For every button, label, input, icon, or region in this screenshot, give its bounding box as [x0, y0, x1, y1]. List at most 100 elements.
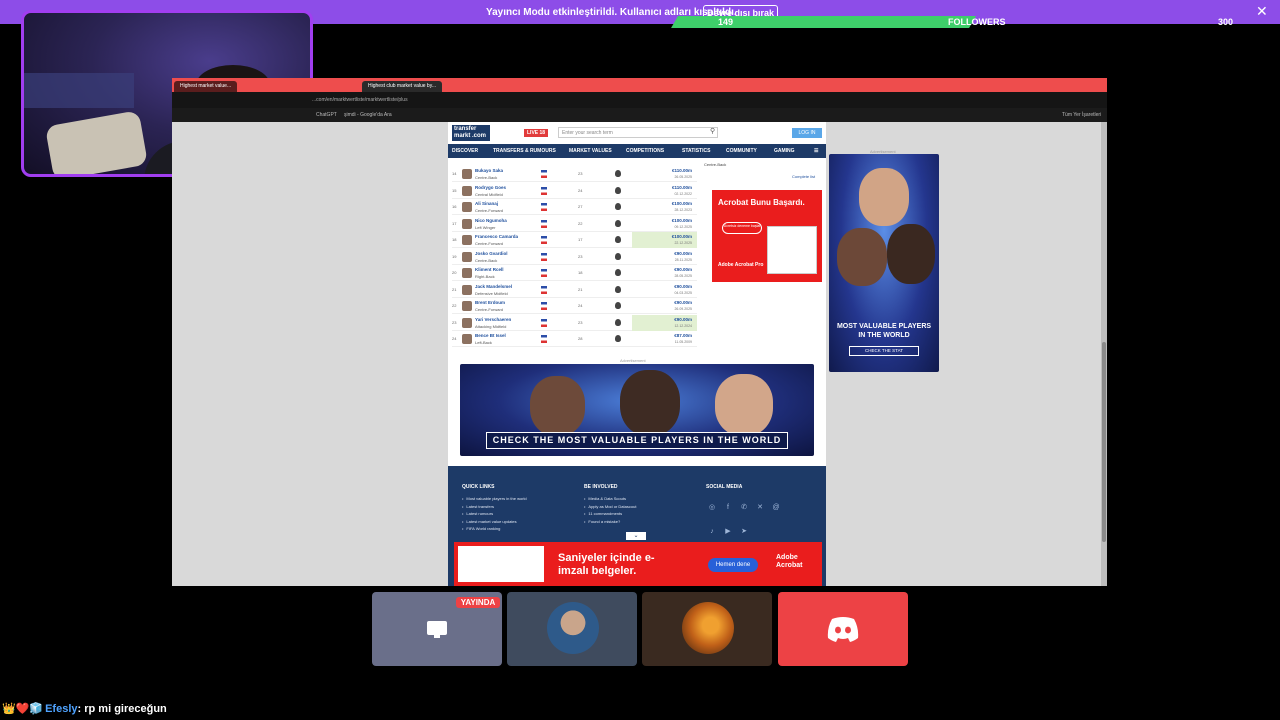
- participant-tile[interactable]: [642, 592, 772, 666]
- most-valuable-tall-ad[interactable]: MOST VALUABLE PLAYERS IN THE WORLD CHECK…: [829, 154, 939, 372]
- club-crest[interactable]: [615, 170, 621, 177]
- threads-icon[interactable]: @: [772, 504, 780, 512]
- footer-link[interactable]: Latest rumours: [462, 510, 527, 518]
- market-value[interactable]: €100.00m: [672, 234, 692, 239]
- x-icon[interactable]: ✕: [756, 504, 764, 512]
- player-name[interactable]: Yari Verschaeren: [475, 317, 511, 322]
- table-row[interactable]: 14 Bukayo Saka Centre-Back 23 €110.00m 26.05.…: [452, 166, 697, 182]
- footer-link[interactable]: Apply as Mod or Datascout: [584, 503, 636, 511]
- ad-button[interactable]: CHECK THE STAT: [849, 346, 919, 356]
- nav-item[interactable]: TRANSFERS & RUMOURS: [493, 148, 556, 154]
- player-name[interactable]: Brent Erdoum: [475, 300, 505, 305]
- site-logo[interactable]: transfer markt .com: [452, 125, 490, 141]
- whatsapp-icon[interactable]: ✆: [740, 504, 748, 512]
- table-row[interactable]: 21 Jack Mandelsmel Defensive Midfield 21 €90…: [452, 282, 697, 298]
- nav-item[interactable]: GAMING: [774, 148, 795, 154]
- bookmark-item[interactable]: ChatGPT: [316, 112, 337, 118]
- footer-link[interactable]: Media & Data Scouts: [584, 495, 636, 503]
- table-row[interactable]: 18 Francesco Camarda Centre-Forward 17 €100.…: [452, 232, 697, 248]
- market-value[interactable]: €110.00m: [672, 168, 692, 173]
- club-crest[interactable]: [615, 203, 621, 210]
- nav-item[interactable]: COMPETITIONS: [626, 148, 664, 154]
- live-badge[interactable]: LIVE 18: [524, 129, 549, 137]
- footer-link[interactable]: FIFA World ranking: [462, 525, 527, 533]
- bookmark-item[interactable]: Tüm Yer İşaretleri: [1062, 112, 1101, 118]
- esign-ad[interactable]: Saniyeler içinde e-imzalı belgeler. Heme…: [454, 542, 822, 586]
- footer-link[interactable]: Latest transfers: [462, 503, 527, 511]
- footer-link[interactable]: Found a mistake?: [584, 518, 636, 526]
- footer-link[interactable]: Latest market value updates: [462, 518, 527, 526]
- browser-tab[interactable]: Highest club market value by...: [362, 81, 442, 92]
- discord-tile[interactable]: [778, 592, 908, 666]
- bookmark-item[interactable]: şimdi - Google'da Ara: [344, 112, 392, 118]
- footer-link[interactable]: Most valuable players in the world: [462, 495, 526, 503]
- player-name[interactable]: Josko Gvardiol: [475, 251, 508, 256]
- menu-icon[interactable]: ☰: [814, 148, 818, 154]
- market-value[interactable]: €90.00m: [674, 300, 692, 305]
- youtube-icon[interactable]: ▶: [724, 528, 732, 536]
- chat-username[interactable]: Efesly: [45, 703, 77, 715]
- table-row[interactable]: 16 Ali Sinanaj Centre-Forward 27 €100.00m 28.…: [452, 199, 697, 215]
- instagram-icon[interactable]: ◎: [708, 504, 716, 512]
- nav-item[interactable]: COMMUNITY: [726, 148, 757, 154]
- club-crest[interactable]: [615, 186, 621, 194]
- participant-tile[interactable]: [507, 592, 637, 666]
- complete-list-link[interactable]: Complete list: [792, 174, 815, 179]
- table-row[interactable]: 23 Yari Verschaeren Attacking Midfield 23 €9…: [452, 314, 697, 331]
- club-crest[interactable]: [615, 318, 621, 326]
- player-name[interactable]: Rodrygo Goes: [475, 185, 506, 190]
- table-row[interactable]: 24 Bence Bt Issel Left-Back 28 €87.00m 11.05.…: [452, 331, 697, 347]
- market-value[interactable]: €90.00m: [674, 317, 692, 322]
- scrollbar[interactable]: [1101, 122, 1107, 586]
- player-age: 21: [578, 286, 583, 292]
- nav-item[interactable]: STATISTICS: [682, 148, 710, 154]
- player-age: 24: [578, 303, 583, 308]
- ad-button[interactable]: Hemen dene: [708, 558, 758, 572]
- search-input[interactable]: Enter your search term: [558, 127, 718, 138]
- market-value[interactable]: €90.00m: [674, 267, 692, 272]
- footer-link[interactable]: 11 commandments: [584, 510, 636, 518]
- market-value[interactable]: €100.00m: [672, 218, 692, 223]
- club-crest[interactable]: [615, 335, 621, 342]
- ad-button[interactable]: Ücretsiz deneme başlat: [722, 222, 762, 234]
- chevron-down-icon[interactable]: ⌄: [626, 532, 646, 540]
- tiktok-icon[interactable]: ♪: [708, 528, 716, 536]
- banner-cta[interactable]: CHECK THE MOST VALUABLE PLAYERS IN THE W…: [486, 432, 788, 449]
- nav-item[interactable]: MARKET VALUES: [569, 148, 612, 154]
- market-value[interactable]: €100.00m: [672, 201, 692, 206]
- player-name[interactable]: Nico Ngumoha: [475, 218, 507, 223]
- facebook-icon[interactable]: f: [724, 504, 732, 512]
- address-bar[interactable]: ...com/en/marktwertliste/marktwertliste/…: [172, 92, 1107, 108]
- market-value[interactable]: €90.00m: [674, 251, 692, 256]
- player-name[interactable]: Ali Sinanaj: [475, 201, 498, 206]
- table-row[interactable]: 22 Brent Erdoum Centre-Forward 24 €90.00m 26.…: [452, 298, 697, 314]
- table-row[interactable]: 17 Nico Ngumoha Left Winger 22 €100.00m 09.12…: [452, 216, 697, 232]
- player-name[interactable]: Francesco Camarda: [475, 234, 518, 239]
- player-name[interactable]: Kliment Rcell: [475, 267, 504, 272]
- screen-share-tile[interactable]: YAYINDA: [372, 592, 502, 666]
- market-value[interactable]: €90.00m: [674, 284, 692, 289]
- club-crest[interactable]: [615, 285, 621, 293]
- table-row[interactable]: 19 Josko Gvardiol Centre-Back 23 €90.00m 28.1…: [452, 249, 697, 265]
- telegram-icon[interactable]: ➤: [740, 528, 748, 536]
- player-name[interactable]: Jack Mandelsmel: [475, 284, 512, 289]
- login-button[interactable]: LOG IN: [792, 128, 822, 138]
- player-name[interactable]: Bence Bt Issel: [475, 333, 506, 338]
- nationality-flag: [541, 335, 547, 343]
- club-crest[interactable]: [615, 219, 621, 227]
- search-icon[interactable]: ⚲: [710, 127, 715, 135]
- club-crest[interactable]: [615, 252, 621, 260]
- browser-tab[interactable]: Highest market value...: [174, 81, 238, 92]
- club-crest[interactable]: [615, 269, 621, 276]
- row-number: 19: [452, 253, 457, 259]
- most-valuable-banner-ad[interactable]: CHECK THE MOST VALUABLE PLAYERS IN THE W…: [460, 364, 814, 456]
- nav-item[interactable]: DISCOVER: [452, 148, 478, 154]
- market-value[interactable]: €110.00m: [672, 185, 692, 190]
- club-crest[interactable]: [615, 302, 621, 309]
- player-name[interactable]: Bukayo Saka: [475, 168, 503, 173]
- market-value[interactable]: €87.00m: [674, 333, 692, 338]
- club-crest[interactable]: [615, 236, 621, 243]
- acrobat-ad[interactable]: Acrobat Bunu Başardı. Ücretsiz deneme ba…: [712, 190, 822, 282]
- table-row[interactable]: 20 Kliment Rcell Right-Back 18 €90.00m 28.05.…: [452, 265, 697, 281]
- table-row[interactable]: 15 Rodrygo Goes Central Midfield 24 €110.00m…: [452, 183, 697, 199]
